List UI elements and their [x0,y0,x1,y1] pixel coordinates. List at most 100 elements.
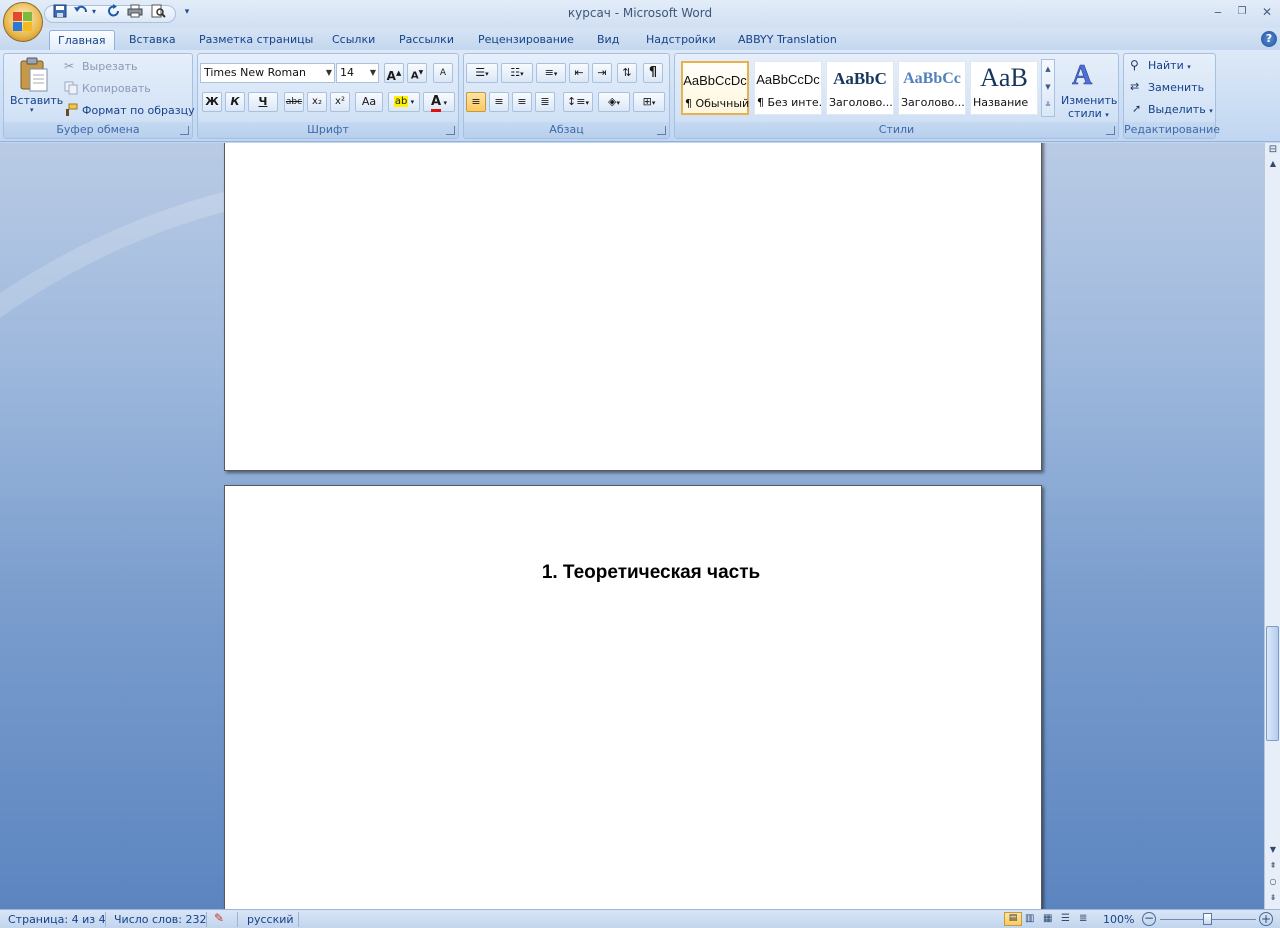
cut-button[interactable]: Вырезать [82,60,137,73]
format-painter-button[interactable]: Формат по образцу [82,104,195,117]
close-button[interactable]: ✕ [1256,3,1278,21]
change-styles-button-line2[interactable]: стили ▾ [1068,107,1109,120]
replace-button[interactable]: Заменить [1148,81,1204,94]
align-center-button[interactable]: ≡ [489,92,509,112]
font-color-button[interactable]: A ▾ [423,92,455,112]
shrink-font-icon: A [410,70,419,82]
italic-button[interactable]: К [225,92,245,112]
highlight-button[interactable]: ab ▾ [388,92,420,112]
paste-dropdown-icon[interactable]: ▾ [30,106,34,114]
numbering-button[interactable]: ☷▾ [501,63,533,83]
style-heading2[interactable]: AaBbCc Заголово... [898,61,966,115]
browse-object-icon[interactable]: ○ [1265,875,1280,889]
paste-button[interactable]: Вставить [10,94,63,107]
next-page-icon[interactable]: ⇟ [1265,891,1280,905]
change-case-button[interactable]: Aa [355,92,383,112]
shading-button[interactable]: ◈▾ [598,92,630,112]
outline-view-icon[interactable]: ☰ [1061,913,1070,924]
paste-icon[interactable] [18,57,50,93]
zoom-out-icon[interactable]: − [1142,912,1156,926]
proofing-icon[interactable]: ✎ [214,911,224,925]
find-label: Найти [1148,59,1184,72]
clipboard-launcher-icon[interactable] [180,126,189,135]
office-button[interactable] [3,2,43,42]
style-title-sample: AaB [980,63,1028,92]
sort-button[interactable]: ⇅ [617,63,637,83]
styles-group-label: Стили [675,122,1118,138]
style-title-name: Название [973,96,1029,109]
bullets-button[interactable]: ☰▾ [466,63,498,83]
styles-launcher-icon[interactable] [1106,126,1115,135]
page-count-status[interactable]: Страница: 4 из 4 [8,913,106,926]
superscript-button[interactable]: x² [330,92,350,112]
tab-insert[interactable]: Вставка [121,30,184,50]
decrease-indent-button[interactable]: ⇤ [569,63,589,83]
style-heading1[interactable]: AaBbC Заголово... [826,61,894,115]
ruler-toggle-icon[interactable]: ⊟ [1265,143,1280,157]
tab-references[interactable]: Ссылки [324,30,383,50]
web-layout-icon[interactable]: ▦ [1043,913,1052,924]
office-logo-icon [13,12,33,32]
select-button[interactable]: Выделить ▾ [1148,103,1213,116]
tab-addins[interactable]: Надстройки [638,30,724,50]
underline-button[interactable]: Ч [248,92,278,112]
draft-view-icon[interactable]: ≣ [1079,913,1087,924]
tab-view[interactable]: Вид [589,30,627,50]
document-heading[interactable]: 1. Теоретическая часть [225,562,1041,584]
grow-font-button[interactable]: A▲ [384,63,404,83]
borders-button[interactable]: ⊞▾ [633,92,665,112]
font-size-value: 14 [340,66,354,79]
font-launcher-icon[interactable] [446,126,455,135]
strikethrough-button[interactable]: abc [284,92,304,112]
align-right-button[interactable]: ≡ [512,92,532,112]
word-count-status[interactable]: Число слов: 232 [114,913,207,926]
zoom-level[interactable]: 100% [1103,913,1134,926]
sort-icon: ⇅ [622,66,632,79]
tab-abbyy-translation[interactable]: ABBYY Translation [730,30,845,50]
font-size-combo[interactable]: 14 ▼ [336,63,379,83]
font-name-combo[interactable]: Times New Roman ▼ [200,63,335,83]
increase-indent-button[interactable]: ⇥ [592,63,612,83]
line-spacing-button[interactable]: ↕≡▾ [563,92,593,112]
clear-format-button[interactable]: A [433,63,453,83]
editing-group-label: Редактирование [1124,122,1220,138]
tab-mailings[interactable]: Рассылки [391,30,462,50]
tab-page-layout[interactable]: Разметка страницы [191,30,321,50]
shrink-font-button[interactable]: A▼ [407,63,427,83]
style-no-spacing[interactable]: AaBbCcDc ¶ Без инте... [754,61,823,115]
zoom-slider-thumb[interactable] [1203,913,1212,925]
justify-button[interactable]: ≣ [535,92,555,112]
zoom-in-icon[interactable]: + [1259,912,1273,926]
align-left-button[interactable]: ≡ [466,92,486,112]
status-divider [298,912,299,927]
grow-font-icon: A [386,69,396,83]
previous-page-icon[interactable]: ⇞ [1265,859,1280,873]
restore-button[interactable]: ❐ [1231,3,1253,21]
help-icon[interactable]: ? [1261,31,1277,47]
tab-review[interactable]: Рецензирование [470,30,582,50]
style-normal[interactable]: AaBbCcDc ¶ Обычный [681,61,749,115]
style-normal-name: ¶ Обычный [685,97,749,110]
page-4[interactable]: 1. Теоретическая часть [224,485,1042,909]
language-status[interactable]: русский [247,913,294,926]
scroll-down-icon[interactable]: ▼ [1265,843,1280,857]
change-styles-label2: стили [1068,107,1102,120]
scroll-thumb[interactable] [1266,626,1279,741]
subscript-button[interactable]: x₂ [307,92,327,112]
full-screen-reading-icon[interactable]: ▥ [1025,913,1034,924]
find-button[interactable]: Найти ▾ [1148,59,1191,72]
tab-home[interactable]: Главная [49,30,115,50]
multilevel-list-button[interactable]: ≡▾ [536,63,566,83]
style-title[interactable]: AaB Название [970,61,1038,115]
change-styles-button[interactable]: Изменить [1061,94,1117,107]
scroll-up-icon[interactable]: ▲ [1265,157,1280,171]
vertical-scrollbar[interactable]: ⊟ ▲ ▼ ⇞ ○ ⇟ [1264,143,1280,909]
minimize-button[interactable]: ‒ [1207,3,1229,21]
copy-button[interactable]: Копировать [82,82,151,95]
page-3[interactable] [224,143,1042,471]
styles-scroll[interactable]: ▲ ▼ ≚ [1041,59,1055,117]
show-marks-button[interactable]: ¶ [643,63,663,83]
paragraph-launcher-icon[interactable] [657,126,666,135]
bold-button[interactable]: Ж [202,92,222,112]
print-layout-view-icon[interactable]: ▤ [1004,912,1022,926]
